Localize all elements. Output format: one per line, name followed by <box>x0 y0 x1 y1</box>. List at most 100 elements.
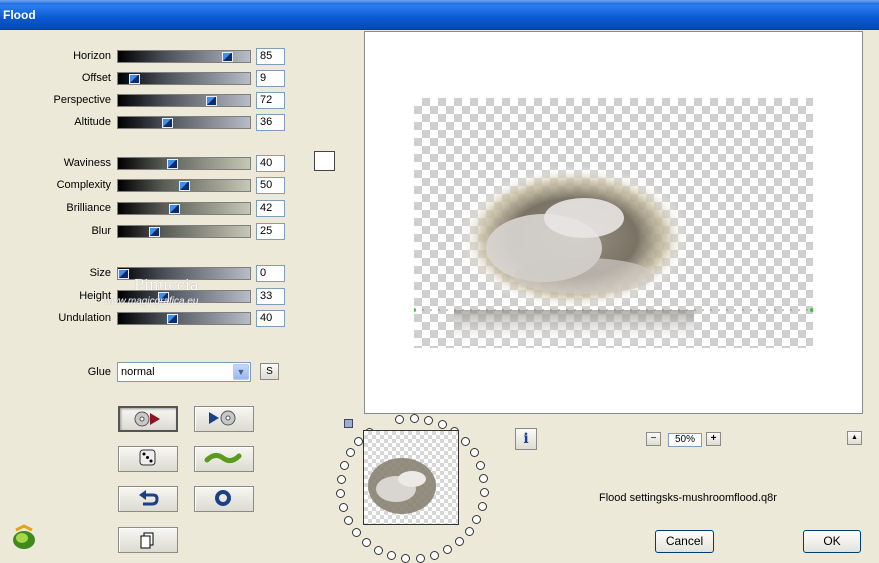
zoom-out-button[interactable]: − <box>646 432 661 446</box>
zoom-in-button[interactable]: + <box>706 432 721 446</box>
reverse-play-icon <box>134 411 160 427</box>
play-forward-button[interactable] <box>194 406 254 432</box>
wave-button[interactable] <box>194 446 254 472</box>
slider-track[interactable] <box>117 202 251 215</box>
glue-selected-value: normal <box>121 366 155 378</box>
slider-thumb[interactable] <box>206 96 217 106</box>
slider-label: Offset <box>81 72 111 84</box>
slider-thumb[interactable] <box>118 269 129 279</box>
slider-value-field[interactable]: 36 <box>256 114 285 131</box>
color-swatch[interactable] <box>314 151 335 171</box>
slider-value-field[interactable]: 50 <box>256 177 285 194</box>
slider-label: Complexity <box>56 179 111 191</box>
navigator-ring-dot <box>343 515 353 525</box>
slider-thumb[interactable] <box>167 159 178 169</box>
dice-icon <box>139 449 156 466</box>
slider-label: Altitude <box>74 116 111 128</box>
title-bar[interactable]: Flood <box>0 0 879 30</box>
navigator-ring-dot <box>461 436 471 446</box>
title-bar-highlight <box>0 0 879 3</box>
slider-track[interactable] <box>117 72 251 85</box>
slider-label: Size <box>89 267 111 279</box>
copy-button[interactable] <box>118 527 178 553</box>
copy-icon <box>140 532 154 549</box>
slider-thumb[interactable] <box>169 204 180 214</box>
undo-icon <box>139 490 159 506</box>
navigator-ring-dot <box>437 420 447 430</box>
slider-thumb[interactable] <box>149 227 160 237</box>
slider-track[interactable] <box>117 116 251 129</box>
preview-image <box>414 166 813 348</box>
navigator-ring-dot <box>339 461 349 471</box>
navigator-ring-dot <box>336 488 346 498</box>
navigator-ring-dot <box>424 415 434 425</box>
undo-button[interactable] <box>118 486 178 512</box>
ring-icon <box>215 490 231 506</box>
slider-value-field[interactable]: 85 <box>256 48 285 65</box>
slider-value-field[interactable]: 0 <box>256 265 285 282</box>
info-icon: i <box>523 431 529 447</box>
navigator-ring-dot <box>472 515 482 525</box>
navigator-ring-dot <box>361 537 371 547</box>
navigator-ring-dot <box>475 460 485 470</box>
expand-up-button[interactable]: ▲ <box>847 431 862 445</box>
slider-thumb[interactable] <box>222 52 233 62</box>
glue-select[interactable]: normal ▼ <box>117 362 251 382</box>
navigator-ring-dot <box>336 474 346 484</box>
slider-label: Waviness <box>63 157 111 169</box>
navigator-ring-dot <box>469 447 479 457</box>
slider-value-field[interactable]: 40 <box>256 155 285 172</box>
slider-thumb[interactable] <box>129 74 140 84</box>
slider-label: Blur <box>91 225 111 237</box>
navigator-ring-dot <box>429 550 439 560</box>
s-button[interactable]: S <box>260 363 279 380</box>
navigator-ring-dot <box>401 553 411 563</box>
settings-filename: Flood settingsks-mushroomflood.q8r <box>599 492 777 504</box>
app-logo-icon <box>13 524 35 549</box>
navigator-thumbnail[interactable] <box>363 430 459 525</box>
navigator-handle[interactable] <box>344 419 353 428</box>
navigator-ring-dot <box>338 502 348 512</box>
navigator-ring-dot <box>386 550 396 560</box>
info-button[interactable]: i <box>515 428 537 450</box>
watermark-name: Pinuccia <box>134 276 199 294</box>
navigator-ring-dot <box>409 414 419 424</box>
slider-value-field[interactable]: 72 <box>256 92 285 109</box>
slider-value-field[interactable]: 42 <box>256 200 285 217</box>
slider-track[interactable] <box>117 50 251 63</box>
navigator-ring-dot <box>454 537 464 547</box>
navigator-ring-dot <box>351 527 361 537</box>
reset-button[interactable] <box>194 486 254 512</box>
thumbnail-image <box>368 458 436 514</box>
slider-value-field[interactable]: 40 <box>256 310 285 327</box>
watermark-url: www.magicgrafica.eu <box>104 296 199 307</box>
slider-track[interactable] <box>117 225 251 238</box>
play-reverse-button[interactable] <box>118 406 178 432</box>
slider-track[interactable] <box>117 312 251 325</box>
slider-value-field[interactable]: 33 <box>256 288 285 305</box>
slider-label: Undulation <box>58 312 111 324</box>
slider-track[interactable] <box>117 157 251 170</box>
forward-play-icon <box>209 410 236 426</box>
random-button[interactable] <box>118 446 178 472</box>
navigator-ring-dot <box>479 488 489 498</box>
window-title: Flood <box>3 8 36 22</box>
zoom-level: 50% <box>668 433 702 447</box>
slider-label: Perspective <box>53 94 111 106</box>
ok-button[interactable]: OK <box>803 530 861 553</box>
navigator-ring-dot <box>477 502 487 512</box>
slider-value-field[interactable]: 9 <box>256 70 285 87</box>
cancel-button[interactable]: Cancel <box>655 530 714 553</box>
slider-thumb[interactable] <box>179 181 190 191</box>
navigator-ring-dot <box>373 545 383 555</box>
slider-thumb[interactable] <box>162 118 173 128</box>
navigator-ring-dot <box>345 448 355 458</box>
chevron-down-icon[interactable]: ▼ <box>233 364 249 380</box>
navigator-ring-dot <box>395 415 405 425</box>
slider-value-field[interactable]: 25 <box>256 223 285 240</box>
slider-track[interactable] <box>117 179 251 192</box>
slider-label: Height <box>79 290 111 302</box>
slider-track[interactable] <box>117 94 251 107</box>
slider-thumb[interactable] <box>167 314 178 324</box>
navigator-ring-dot <box>442 545 452 555</box>
